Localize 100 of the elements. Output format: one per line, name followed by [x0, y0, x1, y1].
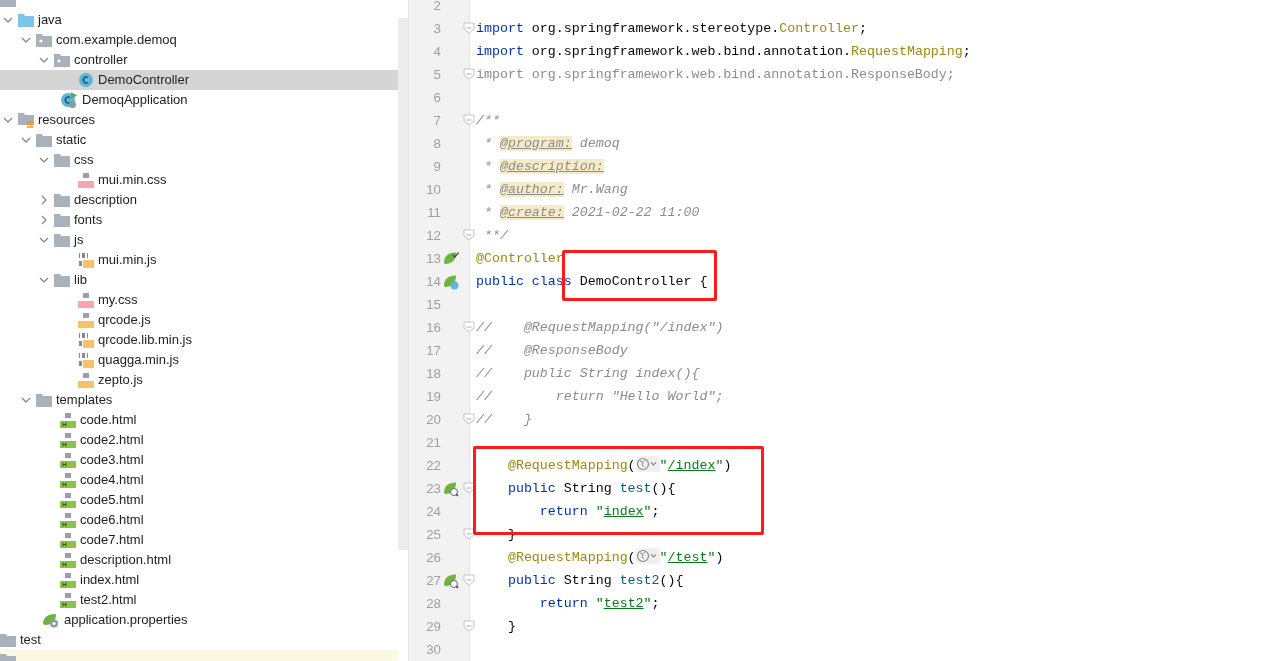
fold-marker-icon[interactable]: [463, 482, 475, 494]
tree-item-label: mui.min.css: [98, 171, 167, 190]
code-text: ": [643, 503, 652, 519]
tree-item[interactable]: code2.html: [0, 430, 398, 450]
code-text: /index: [667, 457, 716, 473]
tree-item-label: application.properties: [64, 611, 188, 630]
tree-item[interactable]: qrcode.lib.min.js: [0, 330, 398, 350]
tree-item[interactable]: mui.min.css: [0, 170, 398, 190]
class-icon: [78, 72, 94, 88]
tree-item[interactable]: code6.html: [0, 510, 398, 530]
tree-item-label: templates: [56, 391, 113, 410]
code-text: ": [659, 549, 668, 565]
tree-item[interactable]: com.example.demoq: [0, 30, 398, 50]
folder-icon: [54, 153, 70, 167]
tree-item-label: code5.html: [80, 491, 144, 510]
line-number: 5: [432, 65, 441, 84]
tree-item[interactable]: java: [0, 10, 398, 30]
code-text: **/: [482, 227, 508, 243]
tree-item-label: test2.html: [80, 591, 137, 610]
fold-marker-icon[interactable]: [463, 229, 475, 241]
tree-item[interactable]: description.html: [0, 550, 398, 570]
tree-item-label: static: [56, 131, 87, 150]
fold-marker-icon[interactable]: [463, 574, 475, 586]
tree-item[interactable]: code.html: [0, 410, 398, 430]
tree-item[interactable]: lib: [0, 270, 398, 290]
tree-item-label: test: [20, 631, 41, 650]
tree-item[interactable]: DemoController: [0, 70, 398, 90]
code-text: *: [482, 181, 493, 197]
code-text: *: [482, 135, 493, 151]
line-number: 23: [425, 479, 441, 498]
code-text: (: [627, 457, 636, 473]
tree-item[interactable]: code7.html: [0, 530, 398, 550]
line-number: 15: [425, 295, 441, 314]
bean-globe-icon[interactable]: [443, 480, 459, 497]
tree-item[interactable]: quagga.min.js: [0, 350, 398, 370]
fold-marker-icon[interactable]: [463, 114, 475, 126]
code-text: org.springframework.stereotype.: [530, 20, 780, 36]
folder-icon: [36, 393, 52, 407]
bean-class-icon[interactable]: [443, 273, 459, 290]
tree-item[interactable]: code5.html: [0, 490, 398, 510]
fold-marker-icon[interactable]: [463, 413, 475, 425]
js-file-icon: [78, 312, 94, 328]
tree-item[interactable]: code3.html: [0, 450, 398, 470]
code-text: test: [619, 480, 652, 496]
bean-globe-icon[interactable]: [443, 572, 459, 589]
tree-item[interactable]: mui.min.js: [0, 250, 398, 270]
line-number: 6: [432, 88, 441, 107]
binary-js-file-icon: [78, 332, 94, 348]
fold-marker-icon[interactable]: [463, 528, 475, 540]
line-number: 9: [432, 157, 441, 176]
line-number: 19: [425, 387, 441, 406]
package-icon: [36, 33, 52, 47]
line-number: 21: [425, 433, 441, 452]
globe-icon[interactable]: [635, 547, 660, 564]
tree-item[interactable]: js: [0, 230, 398, 250]
tree-item[interactable]: controller: [0, 50, 398, 70]
fold-marker-icon[interactable]: [463, 321, 475, 333]
code-text: public: [506, 572, 556, 588]
tree-item[interactable]: DemoqApplication: [0, 90, 398, 110]
tree-item[interactable]: my.css: [0, 290, 398, 310]
line-number: 17: [425, 341, 441, 360]
tree-item[interactable]: qrcode.js: [0, 310, 398, 330]
line-number: 8: [432, 134, 441, 153]
code-text: ): [723, 457, 732, 473]
css-file-icon: [78, 172, 94, 188]
tree-item-label: index.html: [80, 571, 140, 590]
tree-item-label: code7.html: [80, 531, 144, 550]
binary-js-file-icon: [78, 252, 94, 268]
scrollbar[interactable]: [398, 18, 408, 550]
line-number: 10: [425, 180, 441, 199]
code-text: ;: [651, 595, 660, 611]
tree-item[interactable]: zepto.js: [0, 370, 398, 390]
html-file-icon: [60, 452, 76, 468]
folder-icon: [54, 213, 70, 227]
tree-item[interactable]: static: [0, 130, 398, 150]
tree-item[interactable]: css: [0, 150, 398, 170]
fold-marker-icon[interactable]: [463, 620, 475, 632]
tree-item[interactable]: resources: [0, 110, 398, 130]
bean-check-icon[interactable]: [443, 250, 459, 267]
line-number: 13: [425, 249, 441, 268]
tree-item[interactable]: index.html: [0, 570, 398, 590]
fold-marker-icon[interactable]: [463, 68, 475, 80]
tree-item[interactable]: templates: [0, 390, 398, 410]
tree-item[interactable]: test: [0, 630, 398, 650]
fold-marker-icon[interactable]: [463, 22, 475, 34]
tree-item-label: DemoqApplication: [82, 91, 188, 110]
js-file-icon: [78, 372, 94, 388]
line-number: 20: [425, 410, 441, 429]
tree-item[interactable]: code4.html: [0, 470, 398, 490]
code-text: *: [482, 158, 493, 174]
code-text: /**: [476, 112, 500, 128]
tree-item-label: qrcode.lib.min.js: [98, 331, 192, 350]
tree-item[interactable]: application.properties: [0, 610, 398, 630]
tree-item[interactable]: description: [0, 190, 398, 210]
tree-item[interactable]: fonts: [0, 210, 398, 230]
code-text: ;: [859, 20, 867, 36]
tree-item[interactable]: test2.html: [0, 590, 398, 610]
code-text: return: [538, 595, 589, 611]
tree-item-label: code3.html: [80, 451, 144, 470]
globe-icon[interactable]: [635, 455, 660, 472]
